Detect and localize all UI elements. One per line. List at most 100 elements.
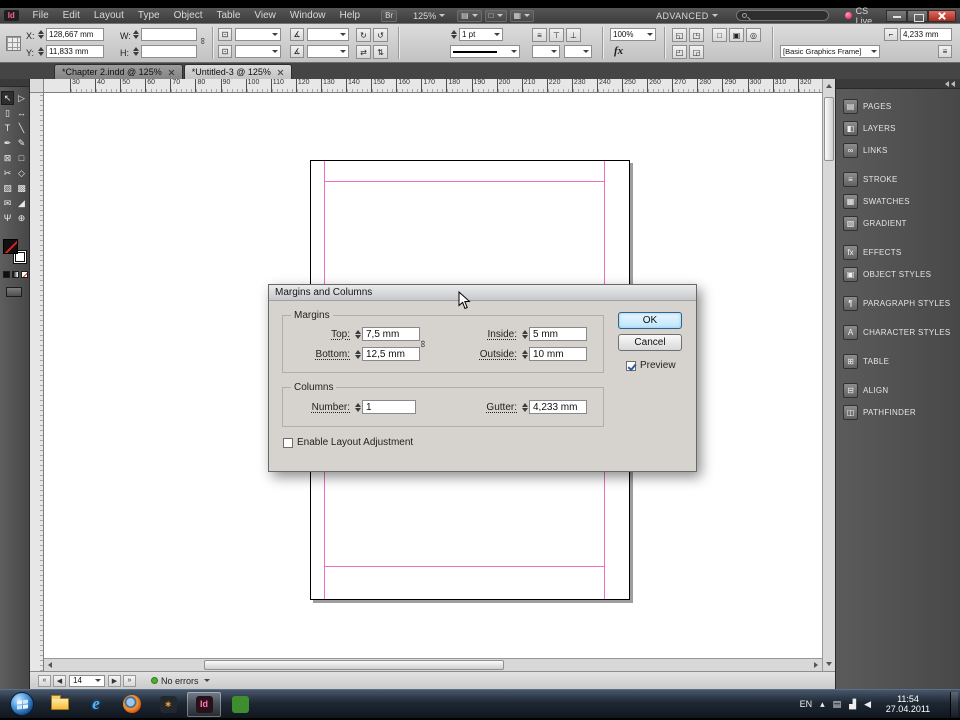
bottom-nudge[interactable] <box>353 347 362 361</box>
effects-icon[interactable]: fx <box>614 45 623 57</box>
scale-x-field[interactable] <box>235 28 281 41</box>
vertical-ruler[interactable] <box>30 93 44 671</box>
zoom-tool[interactable]: ⊕ <box>15 211 28 225</box>
horizontal-scrollbar-thumb[interactable] <box>204 660 504 670</box>
cancel-button[interactable]: Cancel <box>618 334 682 351</box>
opacity-field[interactable]: 100% <box>610 28 656 41</box>
tray-app-icon[interactable]: ▤ <box>833 699 842 710</box>
panel-button-swatches[interactable]: ▦ SWATCHES <box>843 193 956 209</box>
apply-gradient-button[interactable] <box>12 271 19 278</box>
next-spread-button[interactable]: ▶ <box>108 674 121 687</box>
apply-none-button[interactable] <box>21 271 28 278</box>
selection-tool[interactable]: ↖ <box>1 91 14 105</box>
x-position-field[interactable]: 128,667 mm <box>46 28 104 41</box>
expand-panels-button[interactable] <box>836 79 960 89</box>
tab-close-icon[interactable] <box>277 69 284 76</box>
fill-frame-proportionally-button[interactable]: ◱ <box>672 28 687 42</box>
make-all-settings-same-icon[interactable]: ∞ <box>411 336 435 352</box>
ok-button[interactable]: OK <box>618 312 682 329</box>
previous-spread-button[interactable]: ◀ <box>53 674 66 687</box>
flip-horizontal-button[interactable]: ⇄ <box>356 45 371 59</box>
width-nudge[interactable] <box>132 28 140 41</box>
start-arrowhead-dropdown[interactable] <box>532 45 560 58</box>
language-indicator[interactable]: EN <box>800 699 813 709</box>
panel-button-pathfinder[interactable]: ◫ PATHFINDER <box>843 404 956 420</box>
horizontal-scrollbar[interactable] <box>44 658 822 671</box>
zoom-level-dropdown[interactable]: 125% <box>409 11 449 21</box>
bridge-button[interactable]: Br <box>381 9 398 22</box>
outside-nudge[interactable] <box>520 347 529 361</box>
page-number-dropdown[interactable]: 14 <box>69 674 105 687</box>
menu-view[interactable]: View <box>247 10 283 21</box>
rotation-angle-field[interactable] <box>307 28 349 41</box>
minimize-button[interactable] <box>886 9 907 22</box>
rotate-90-cw-button[interactable]: ↻ <box>356 28 371 42</box>
line-tool[interactable]: ╲ <box>15 121 28 135</box>
menu-table[interactable]: Table <box>210 10 248 21</box>
gradient-swatch-tool[interactable]: ▨ <box>1 181 14 195</box>
arrange-documents-button[interactable]: ▦ <box>509 9 535 22</box>
corner-radius-field[interactable]: 4,233 mm <box>900 28 952 41</box>
page-tool[interactable]: ▯ <box>1 106 14 120</box>
flower-app-icon[interactable]: ∗ <box>151 692 185 717</box>
stroke-style-dropdown[interactable] <box>450 45 520 58</box>
join-icon[interactable]: ⊥ <box>566 28 581 42</box>
stroke-weight-nudge[interactable] <box>450 28 458 41</box>
width-field[interactable] <box>141 28 197 41</box>
taskbar-clock[interactable]: 11:54 27.04.2011 <box>879 694 937 714</box>
screen-mode-toggle[interactable] <box>6 287 22 297</box>
scissors-tool[interactable]: ✂ <box>1 166 14 180</box>
panel-button-gradient[interactable]: ▧ GRADIENT <box>843 215 956 231</box>
free-transform-tool[interactable]: ◇ <box>15 166 28 180</box>
menu-type[interactable]: Type <box>131 10 167 21</box>
workspace-switcher[interactable]: ADVANCED <box>652 11 722 21</box>
green-app-icon[interactable] <box>223 692 257 717</box>
number-field[interactable] <box>362 400 416 414</box>
x-nudge[interactable] <box>37 28 45 41</box>
y-nudge[interactable] <box>37 45 45 58</box>
inside-nudge[interactable] <box>520 327 529 341</box>
panel-button-align[interactable]: ⊟ ALIGN <box>843 382 956 398</box>
outside-field[interactable] <box>529 347 587 361</box>
tools-panel-header[interactable] <box>0 79 29 87</box>
center-content-button[interactable]: ◰ <box>672 45 687 59</box>
menu-help[interactable]: Help <box>332 10 367 21</box>
panel-button-character-styles[interactable]: A CHARACTER STYLES <box>843 324 956 340</box>
gradient-feather-tool[interactable]: ▩ <box>15 181 28 195</box>
last-spread-button[interactable]: » <box>123 674 136 687</box>
stroke-align-icon[interactable]: ≡ <box>532 28 547 42</box>
top-nudge[interactable] <box>353 327 362 341</box>
panel-button-paragraph-styles[interactable]: ¶ PARAGRAPH STYLES <box>843 295 956 311</box>
panel-button-pages[interactable]: ▤ PAGES <box>843 98 956 114</box>
network-icon[interactable]: ▟ <box>849 699 856 710</box>
inside-field[interactable] <box>529 327 587 341</box>
tab-close-icon[interactable] <box>168 69 175 76</box>
menu-window[interactable]: Window <box>283 10 333 21</box>
document-tab-chapter2[interactable]: *Chapter 2.indd @ 125% <box>54 64 183 79</box>
eyedropper-tool[interactable]: ◢ <box>15 196 28 210</box>
document-tab-untitled3[interactable]: *Untitled-3 @ 125% <box>183 64 292 79</box>
fill-swatch[interactable] <box>3 239 18 254</box>
windows-explorer-icon[interactable] <box>43 692 77 717</box>
panel-button-links[interactable]: ∞ LINKS <box>843 142 956 158</box>
horizontal-ruler[interactable]: 30 40 50 60 70 80 90 100 110 120 130 140 150 160 170 18… <box>44 79 822 93</box>
apply-color-button[interactable] <box>3 271 10 278</box>
menu-layout[interactable]: Layout <box>87 10 131 21</box>
gutter-nudge[interactable] <box>520 400 529 414</box>
rectangle-frame-tool[interactable]: ⊠ <box>1 151 14 165</box>
panel-button-stroke[interactable]: ≡ STROKE <box>843 171 956 187</box>
wrap-around-object-shape-button[interactable]: ◎ <box>746 28 761 42</box>
note-tool[interactable]: ✉ <box>1 196 14 210</box>
close-button[interactable] <box>928 9 956 22</box>
stroke-weight-field[interactable]: 1 pt <box>459 28 503 41</box>
view-options-button[interactable]: ▤ <box>457 9 482 22</box>
dialog-title-bar[interactable]: Margins and Columns <box>269 285 696 301</box>
shear-angle-field[interactable] <box>307 45 349 58</box>
number-nudge[interactable] <box>353 400 362 414</box>
fit-content-proportionally-button[interactable]: ◳ <box>689 28 704 42</box>
screen-mode-button[interactable]: □ <box>484 9 507 22</box>
internet-explorer-icon[interactable]: e <box>79 692 113 717</box>
enable-layout-adjustment-checkbox[interactable]: Enable Layout Adjustment <box>283 437 413 448</box>
hidden-icons-button[interactable]: ▴ <box>820 699 825 710</box>
menu-edit[interactable]: Edit <box>56 10 87 21</box>
